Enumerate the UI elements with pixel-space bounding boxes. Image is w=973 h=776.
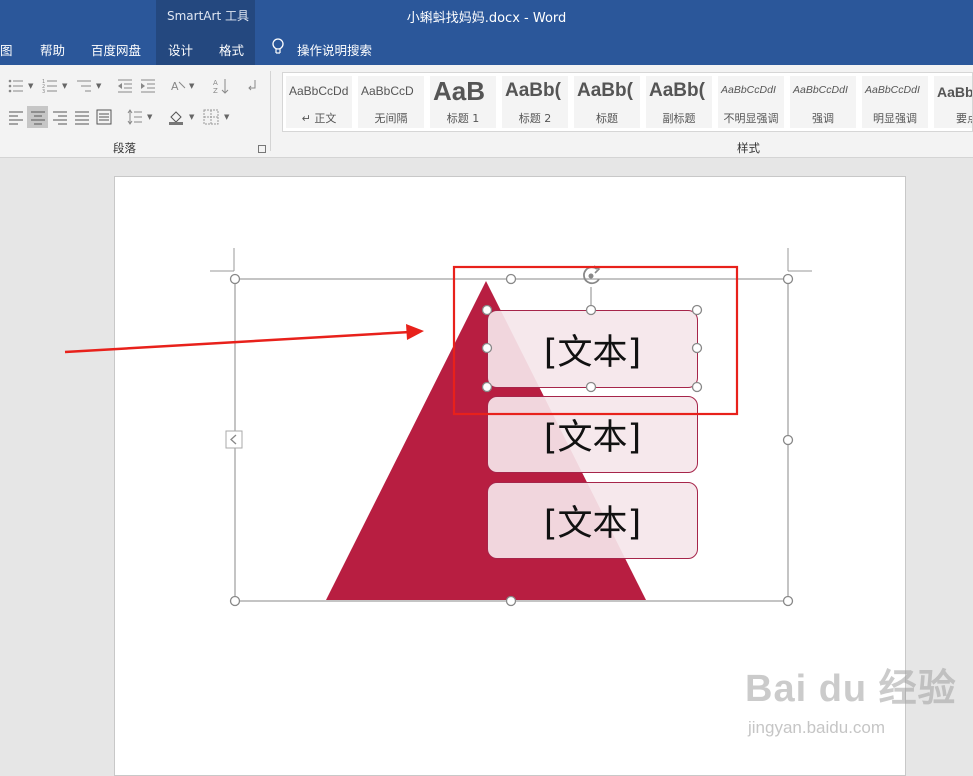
smartart-text-item-2[interactable]: [文本]	[487, 396, 698, 473]
smartart-canvas	[210, 248, 812, 607]
resize-handle[interactable]	[782, 434, 794, 446]
resize-handle[interactable]	[505, 595, 517, 607]
resize-handle[interactable]	[782, 595, 794, 607]
resize-handle[interactable]	[229, 595, 241, 607]
watermark-url: jingyan.baidu.com	[748, 718, 886, 737]
smartart-text-item-1[interactable]: [文本]	[487, 310, 698, 388]
text-pane-toggle[interactable]	[225, 430, 243, 449]
resize-handle[interactable]	[229, 273, 241, 285]
smartart-text-item-3[interactable]: [文本]	[487, 482, 698, 559]
resize-handle[interactable]	[505, 273, 517, 285]
baidu-jingyan-watermark: Bai du 经验	[745, 668, 957, 710]
resize-handle[interactable]	[782, 273, 794, 285]
